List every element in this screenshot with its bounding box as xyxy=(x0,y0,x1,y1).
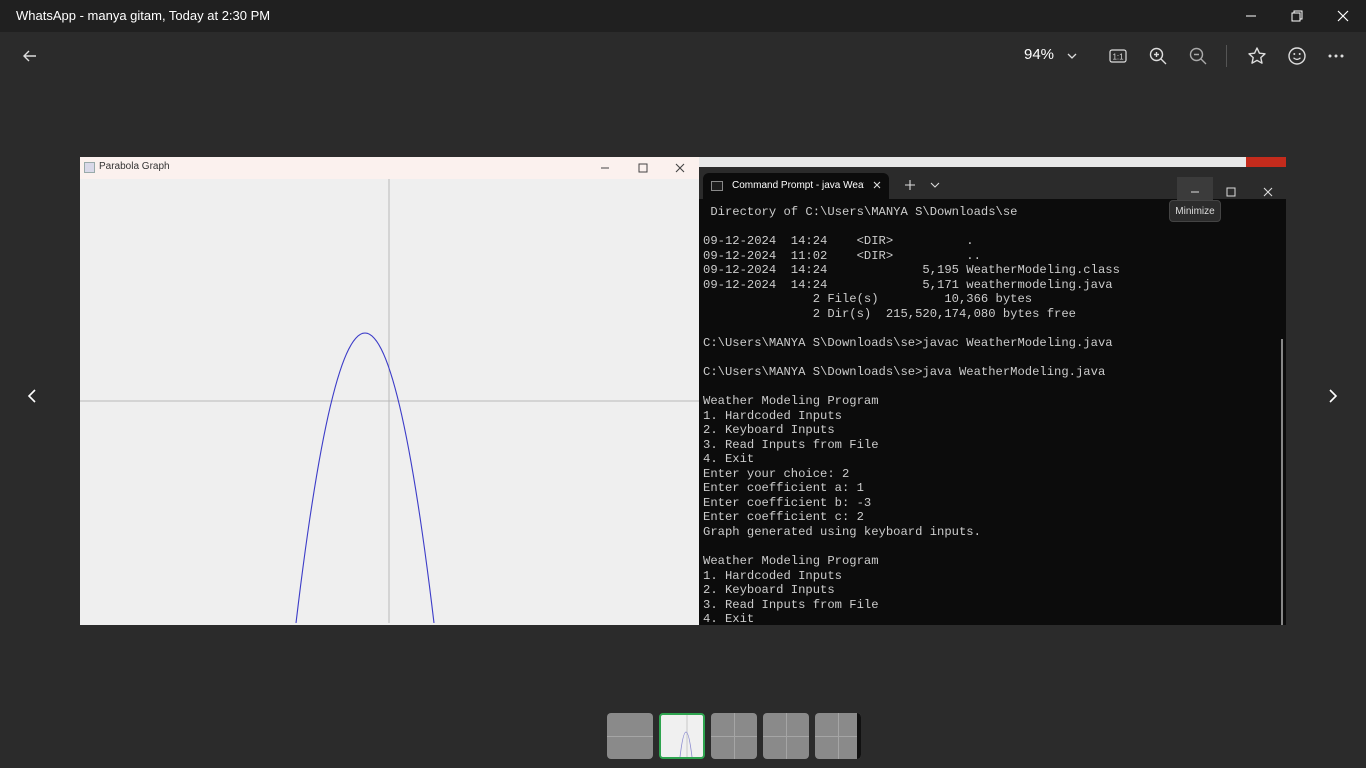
thumbnail-1[interactable] xyxy=(607,713,653,759)
terminal-close-button xyxy=(1250,177,1286,207)
zoom-dropdown-button[interactable] xyxy=(1058,44,1086,68)
thumbnail-3[interactable] xyxy=(711,713,757,759)
terminal-line: Enter coefficient a: 1 xyxy=(703,481,864,496)
back-arrow-icon xyxy=(23,50,36,62)
terminal-line: 3. Read Inputs from File xyxy=(703,597,879,612)
zoom-in-icon xyxy=(1149,47,1167,65)
reaction-button[interactable] xyxy=(1283,44,1311,68)
chevron-right-icon xyxy=(1329,389,1338,403)
java-minimize-button xyxy=(587,157,623,179)
zoom-in-button[interactable] xyxy=(1144,44,1172,68)
more-options-button[interactable] xyxy=(1322,44,1350,68)
favorite-button[interactable] xyxy=(1243,44,1271,68)
next-image-button[interactable] xyxy=(1321,384,1345,408)
java-maximize-button xyxy=(625,157,661,179)
terminal-icon xyxy=(711,181,723,191)
terminal-line: Enter coefficient c: 2 xyxy=(703,510,864,525)
terminal-line: 09-12-2024 14:24 <DIR> . xyxy=(703,234,974,249)
terminal-tab-bar: Command Prompt - java WeatherModeling.ja… xyxy=(699,167,1286,207)
app-title-bar: WhatsApp - manya gitam, Today at 2:30 PM xyxy=(0,0,1366,32)
actual-size-button[interactable]: 1:1 xyxy=(1104,44,1132,68)
previous-image-button[interactable] xyxy=(20,384,44,408)
chevron-down-icon xyxy=(930,182,940,188)
parabola-graph-window: Parabola Graph xyxy=(80,157,700,625)
terminal-line: C:\Users\MANYA S\Downloads\se>javac Weat… xyxy=(703,335,1113,350)
terminal-line: 3. Read Inputs from File xyxy=(703,437,879,452)
chevron-down-icon xyxy=(1067,53,1077,59)
tab-dropdown-button xyxy=(927,177,943,193)
terminal-line: 09-12-2024 14:24 5,195 WeatherModeling.c… xyxy=(703,263,1120,278)
displayed-image: Parabola Graph Command Prompt - java Wea… xyxy=(80,157,1286,625)
maximize-icon xyxy=(1226,187,1236,197)
terminal-line: C:\Users\MANYA S\Downloads\se>java Weath… xyxy=(703,365,1106,380)
java-app-icon xyxy=(84,162,95,173)
toolbar-divider xyxy=(1226,45,1227,67)
background-window-close xyxy=(1246,157,1286,167)
close-icon xyxy=(1263,187,1273,197)
terminal-line: 2. Keyboard Inputs xyxy=(703,423,835,438)
restore-icon xyxy=(1291,10,1303,22)
window-restore-button[interactable] xyxy=(1274,0,1320,32)
terminal-line: 2 Dir(s) 215,520,174,080 bytes free xyxy=(703,306,1076,321)
java-window-title-bar: Parabola Graph xyxy=(80,157,699,179)
terminal-line: 2 File(s) 10,366 bytes xyxy=(703,292,1033,307)
chevron-left-icon xyxy=(27,389,36,403)
emoji-icon xyxy=(1288,47,1306,65)
terminal-line: Enter your choice: 2 xyxy=(703,466,850,481)
window-close-button[interactable] xyxy=(1320,0,1366,32)
new-tab-button xyxy=(902,177,918,193)
background-window-edge xyxy=(699,157,1286,167)
terminal-line: 2. Keyboard Inputs xyxy=(703,583,835,598)
close-icon xyxy=(873,181,881,189)
star-icon xyxy=(1248,47,1266,64)
close-icon xyxy=(1337,10,1349,22)
command-prompt-window: Command Prompt - java WeatherModeling.ja… xyxy=(699,157,1286,625)
terminal-line: Directory of C:\Users\MANYA S\Downloads\… xyxy=(703,205,1018,219)
minimize-icon xyxy=(601,167,609,169)
minimize-icon xyxy=(1191,191,1199,193)
close-icon xyxy=(675,163,685,173)
terminal-line: Graph generated using keyboard inputs. xyxy=(703,525,981,540)
java-window-title: Parabola Graph xyxy=(99,161,170,172)
terminal-line: 1. Hardcoded Inputs xyxy=(703,408,842,423)
terminal-line: 09-12-2024 11:02 <DIR> .. xyxy=(703,248,981,263)
terminal-line: 1. Hardcoded Inputs xyxy=(703,568,842,583)
terminal-tab-label: Command Prompt - java WeatherModeling.ja… xyxy=(732,180,864,191)
terminal-line: Weather Modeling Program xyxy=(703,394,879,409)
zoom-out-button[interactable] xyxy=(1184,44,1212,68)
terminal-tab: Command Prompt - java WeatherModeling.ja… xyxy=(703,173,889,199)
window-title: WhatsApp - manya gitam, Today at 2:30 PM xyxy=(16,8,271,23)
terminal-line: 09-12-2024 14:24 5,171 weathermodeling.j… xyxy=(703,277,1113,292)
window-minimize-button[interactable] xyxy=(1228,0,1274,32)
terminal-line: 4. Exit xyxy=(703,452,755,467)
minimize-icon xyxy=(1246,15,1256,17)
maximize-icon xyxy=(638,163,648,173)
thumbnail-4[interactable] xyxy=(763,713,809,759)
zoom-out-icon xyxy=(1189,47,1207,65)
terminal-tab-close-button xyxy=(869,177,885,193)
terminal-line: 4. Exit xyxy=(703,612,755,625)
terminal-output: Directory of C:\Users\MANYA S\Downloads\… xyxy=(703,205,1273,625)
terminal-scrollbar xyxy=(1281,339,1283,625)
thumbnail-2-selected[interactable] xyxy=(659,713,705,759)
actual-size-icon: 1:1 xyxy=(1109,49,1127,63)
java-close-button xyxy=(662,157,698,179)
graph-canvas xyxy=(80,179,699,623)
thumbnail-parabola-preview xyxy=(679,715,693,757)
more-icon xyxy=(1328,54,1344,58)
zoom-level: 94% xyxy=(1024,46,1055,63)
thumbnail-5[interactable] xyxy=(815,713,861,759)
terminal-line: Weather Modeling Program xyxy=(703,554,879,569)
plus-icon xyxy=(905,180,915,190)
parabola-curve xyxy=(295,332,435,623)
terminal-line: Enter coefficient b: -3 xyxy=(703,495,872,510)
back-button[interactable] xyxy=(16,44,44,68)
svg-text:1:1: 1:1 xyxy=(1112,53,1124,62)
